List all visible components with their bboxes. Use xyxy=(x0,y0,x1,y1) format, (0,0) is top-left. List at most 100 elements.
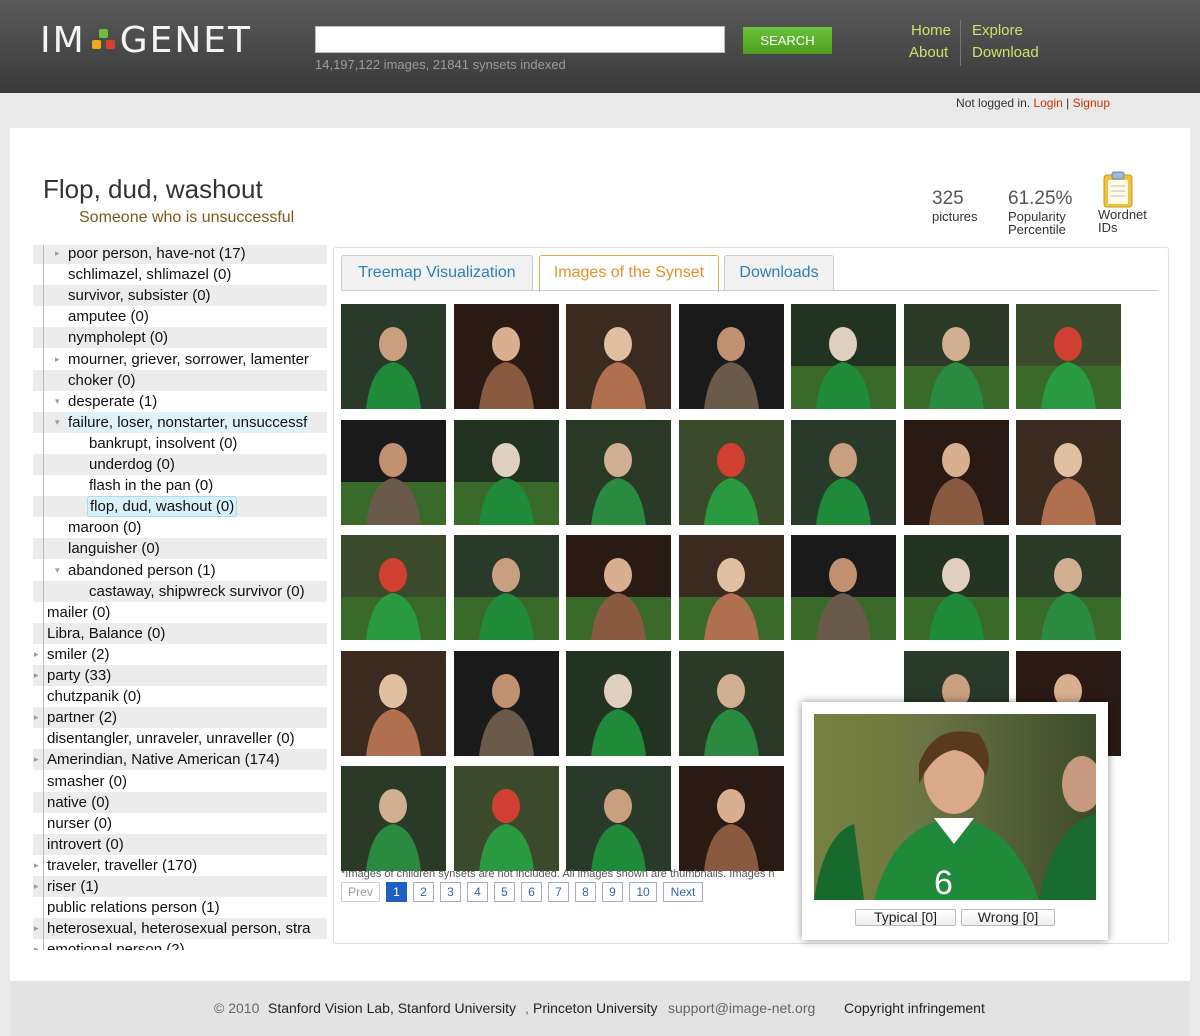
gallery-thumbnail[interactable] xyxy=(791,304,896,409)
tree-item[interactable]: ▸ traveler, traveller (170) xyxy=(33,855,327,876)
signup-link[interactable]: Signup xyxy=(1073,96,1110,110)
tree-toggle-icon[interactable]: ▸ xyxy=(55,245,60,264)
page-button[interactable]: 3 xyxy=(440,882,461,902)
tree-item[interactable]: flash in the pan (0) xyxy=(33,475,327,496)
tree-toggle-icon[interactable]: ▸ xyxy=(34,855,39,876)
gallery-thumbnail[interactable] xyxy=(678,650,784,756)
tree-toggle-icon[interactable]: ▸ xyxy=(34,876,39,897)
gallery-thumbnail[interactable] xyxy=(453,766,559,871)
tree-toggle-icon[interactable]: ▾ xyxy=(55,391,60,412)
login-link[interactable]: Login xyxy=(1033,96,1062,110)
imagenet-logo[interactable]: IM GENET xyxy=(40,20,252,61)
footer-princeton-link[interactable]: Princeton University xyxy=(533,1000,658,1016)
tree-item[interactable]: bankrupt, insolvent (0) xyxy=(33,433,327,454)
preview-image[interactable]: 6 xyxy=(814,714,1096,900)
gallery-thumbnail[interactable] xyxy=(453,304,559,409)
tree-item[interactable]: ▸ party (33) xyxy=(33,665,327,686)
nav-about-link[interactable]: About xyxy=(909,44,948,61)
nav-download-link[interactable]: Download xyxy=(972,44,1039,61)
gallery-thumbnail[interactable] xyxy=(566,766,671,871)
page-button[interactable]: 4 xyxy=(467,882,488,902)
tree-toggle-icon[interactable]: ▾ xyxy=(55,412,60,433)
prev-page-button[interactable]: Prev xyxy=(341,882,380,902)
tree-item[interactable]: ▸ partner (2) xyxy=(33,707,327,729)
nav-explore-link[interactable]: Explore xyxy=(972,22,1023,39)
gallery-thumbnail[interactable] xyxy=(678,766,784,871)
tree-toggle-icon[interactable]: ▸ xyxy=(34,707,39,728)
tree-item[interactable]: schlimazel, shlimazel (0) xyxy=(33,264,327,285)
tree-item[interactable]: castaway, shipwreck survivor (0) xyxy=(33,580,327,602)
tree-toggle-icon[interactable]: ▸ xyxy=(34,918,39,939)
tab-treemap[interactable]: Treemap Visualization xyxy=(341,255,533,291)
gallery-thumbnail[interactable] xyxy=(341,650,446,756)
tree-item[interactable]: Libra, Balance (0) xyxy=(33,622,327,644)
gallery-thumbnail[interactable] xyxy=(678,535,784,640)
gallery-thumbnail[interactable] xyxy=(566,650,671,756)
nav-home-link[interactable]: Home xyxy=(911,22,951,39)
footer-email-link[interactable]: support@image-net.org xyxy=(668,1000,815,1016)
tree-toggle-icon[interactable]: ▸ xyxy=(34,749,39,770)
tree-item[interactable]: ▸ mourner, griever, sorrower, lamenter xyxy=(33,349,327,370)
gallery-thumbnail[interactable] xyxy=(453,419,559,525)
tree-item[interactable]: nurser (0) xyxy=(33,813,327,834)
page-button[interactable]: 1 xyxy=(386,882,407,902)
gallery-thumbnail[interactable] xyxy=(566,304,671,409)
page-button[interactable]: 10 xyxy=(629,882,657,902)
tree-item[interactable]: ▸ smiler (2) xyxy=(33,644,327,665)
tree-item[interactable]: choker (0) xyxy=(33,369,327,391)
tree-item[interactable]: chutzpanik (0) xyxy=(33,686,327,707)
tree-item[interactable]: maroon (0) xyxy=(33,517,327,538)
gallery-thumbnail[interactable] xyxy=(566,419,671,525)
gallery-thumbnail[interactable] xyxy=(341,419,446,525)
tab-images[interactable]: Images of the Synset xyxy=(539,255,719,292)
tree-item[interactable]: ▸ emotional person (2) xyxy=(33,939,327,950)
gallery-thumbnail[interactable] xyxy=(453,535,559,640)
tree-toggle-icon[interactable]: ▸ xyxy=(34,939,39,950)
tab-downloads[interactable]: Downloads xyxy=(724,255,834,291)
wrong-button[interactable]: Wrong [0] xyxy=(961,909,1055,926)
tree-item[interactable]: ▾ failure, loser, nonstarter, unsuccessf xyxy=(33,411,327,433)
synset-tree[interactable]: ▸ poor person, have-not (17) schlimazel, s… xyxy=(33,245,338,950)
page-button[interactable]: 8 xyxy=(575,882,596,902)
gallery-thumbnail[interactable] xyxy=(791,535,896,640)
tree-item[interactable]: mailer (0) xyxy=(33,602,327,623)
tree-item[interactable]: introvert (0) xyxy=(33,833,327,855)
tree-item[interactable]: disentangler, unraveler, unraveller (0) xyxy=(33,728,327,749)
wordnet-ids-button[interactable]: Wordnet IDs xyxy=(1098,170,1148,234)
tree-toggle-icon[interactable]: ▾ xyxy=(55,560,60,581)
tree-item[interactable]: native (0) xyxy=(33,791,327,813)
gallery-thumbnail[interactable] xyxy=(678,304,784,409)
tree-item[interactable]: ▸ Amerindian, Native American (174) xyxy=(33,749,327,771)
gallery-thumbnail[interactable] xyxy=(341,304,446,409)
page-button[interactable]: 5 xyxy=(494,882,515,902)
gallery-thumbnail[interactable] xyxy=(341,766,446,871)
search-button[interactable]: SEARCH xyxy=(743,27,832,54)
tree-toggle-icon[interactable]: ▸ xyxy=(34,665,39,686)
typical-button[interactable]: Typical [0] xyxy=(855,909,956,926)
gallery-thumbnail[interactable] xyxy=(903,304,1009,409)
gallery-thumbnail[interactable] xyxy=(453,650,559,756)
tree-toggle-icon[interactable]: ▸ xyxy=(34,644,39,665)
tree-item[interactable]: ▾ abandoned person (1) xyxy=(33,560,327,581)
page-button[interactable]: 6 xyxy=(521,882,542,902)
gallery-thumbnail[interactable] xyxy=(1016,419,1121,525)
gallery-thumbnail[interactable] xyxy=(1016,535,1121,640)
page-button[interactable]: 9 xyxy=(602,882,623,902)
tree-item[interactable]: ▾ desperate (1) xyxy=(33,391,327,412)
page-button[interactable]: 2 xyxy=(413,882,434,902)
tree-item[interactable]: public relations person (1) xyxy=(33,897,327,918)
gallery-thumbnail[interactable] xyxy=(791,419,896,525)
tree-item[interactable]: ▸ heterosexual, heterosexual person, stra xyxy=(33,918,327,940)
gallery-thumbnail[interactable] xyxy=(341,535,446,640)
tree-item[interactable]: survivor, subsister (0) xyxy=(33,285,327,307)
next-page-button[interactable]: Next xyxy=(663,882,703,902)
tree-item[interactable]: ▸ riser (1) xyxy=(33,876,327,897)
tree-toggle-icon[interactable]: ▸ xyxy=(55,349,60,370)
footer-infringement-link[interactable]: Copyright infringement xyxy=(844,1000,985,1016)
tree-item[interactable]: underdog (0) xyxy=(33,454,327,475)
gallery-thumbnail[interactable] xyxy=(678,419,784,525)
tree-item[interactable]: amputee (0) xyxy=(33,306,327,327)
tree-item[interactable]: ▸ poor person, have-not (17) xyxy=(33,245,327,264)
gallery-thumbnail[interactable] xyxy=(566,535,671,640)
footer-stanford-link[interactable]: Stanford Vision Lab, Stanford University xyxy=(268,1000,516,1016)
